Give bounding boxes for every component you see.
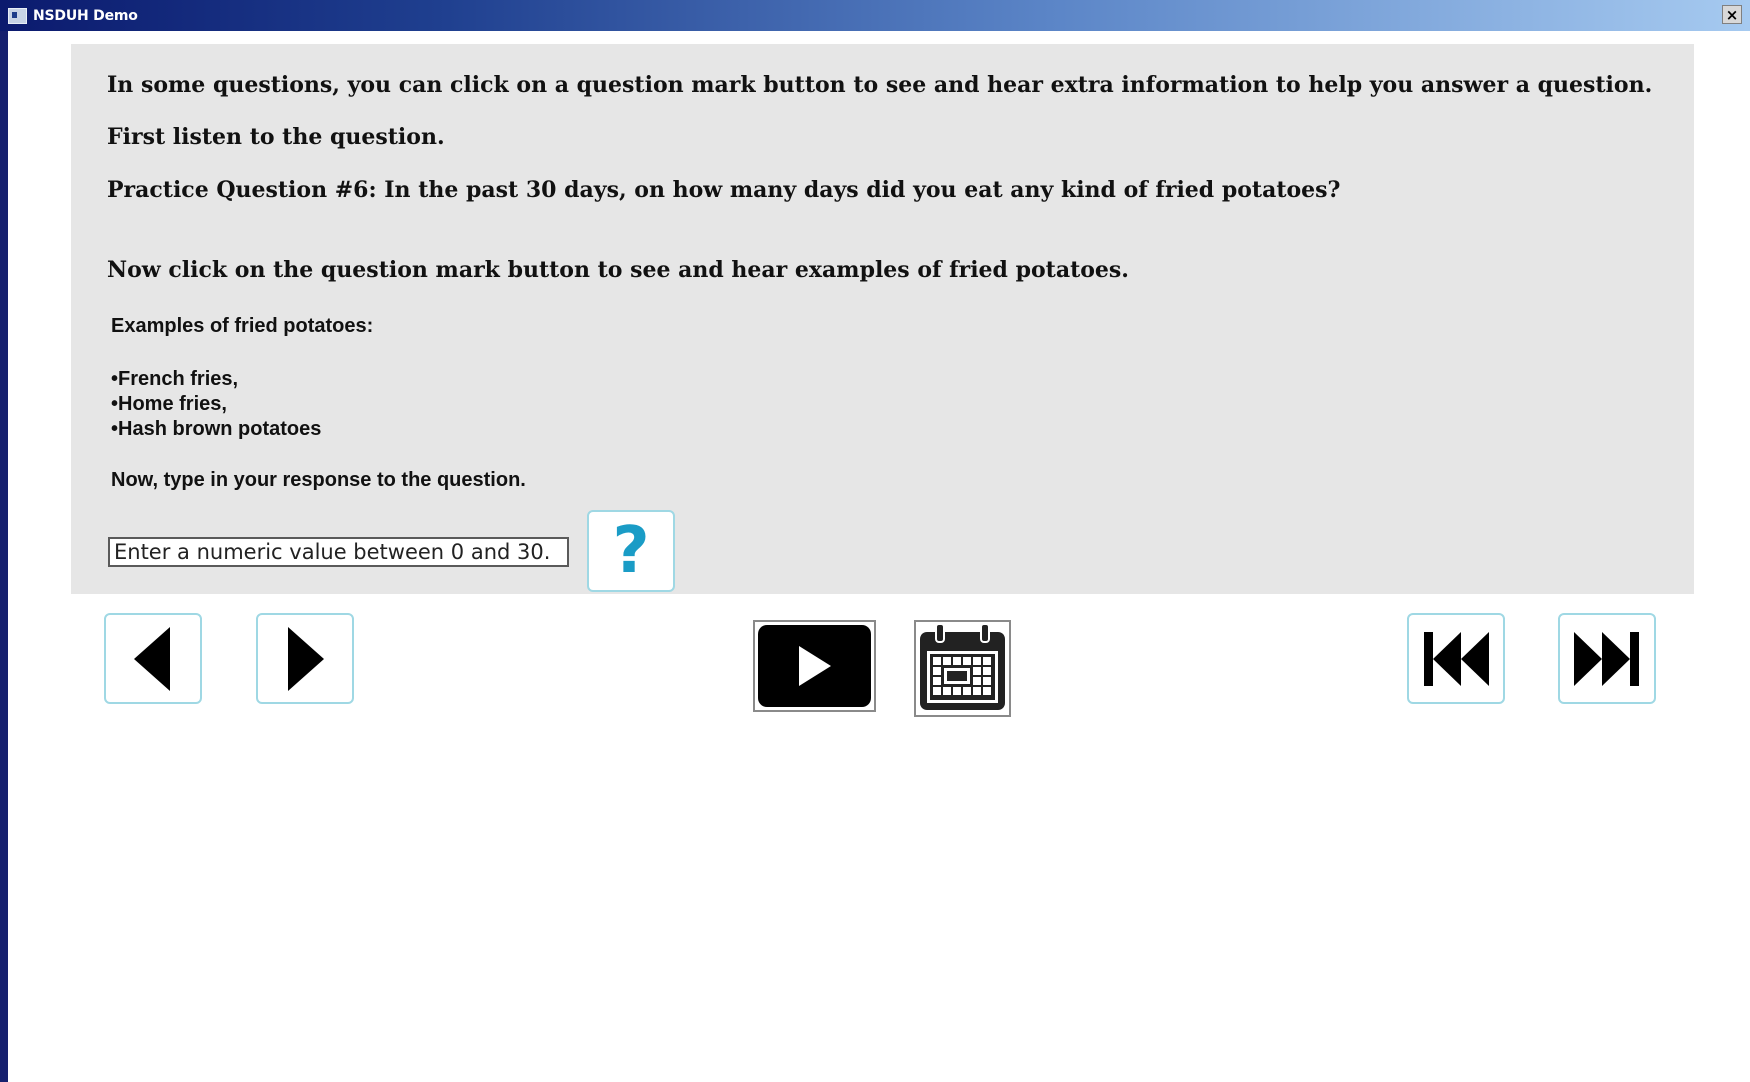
arrow-right-icon (288, 626, 324, 691)
window-title: NSDUH Demo (33, 8, 138, 24)
title-bar: NSDUH Demo × (0, 0, 1750, 31)
previous-button[interactable] (104, 613, 202, 704)
list-item: Home fries, (111, 392, 321, 417)
app-icon (8, 8, 27, 24)
window-left-border (0, 31, 8, 1082)
practice-question: Practice Question #6: In the past 30 day… (107, 177, 1341, 203)
response-prompt: Now, type in your response to the questi… (111, 469, 526, 491)
next-button[interactable] (256, 613, 354, 704)
intro-text: In some questions, you can click on a qu… (107, 72, 1653, 98)
list-item: French fries, (111, 367, 321, 392)
play-audio-button[interactable] (753, 620, 876, 712)
calendar-icon (920, 623, 1005, 710)
list-item: Hash brown potatoes (111, 417, 321, 442)
close-button[interactable]: × (1722, 5, 1742, 24)
first-question-button[interactable] (1407, 613, 1505, 704)
help-button[interactable]: ? (587, 510, 675, 592)
examples-heading: Examples of fried potatoes: (111, 315, 374, 337)
calendar-button[interactable] (914, 620, 1011, 717)
examples-list: French fries, Home fries, Hash brown pot… (111, 367, 321, 442)
skip-to-start-icon (1424, 631, 1489, 686)
question-mark-icon: ? (612, 514, 650, 588)
play-icon (798, 646, 831, 686)
response-input[interactable] (108, 537, 569, 567)
skip-to-end-icon (1574, 631, 1639, 686)
last-question-button[interactable] (1558, 613, 1656, 704)
arrow-left-icon (134, 626, 170, 691)
listen-instruction: First listen to the question. (107, 124, 445, 150)
help-instruction: Now click on the question mark button to… (107, 257, 1129, 283)
